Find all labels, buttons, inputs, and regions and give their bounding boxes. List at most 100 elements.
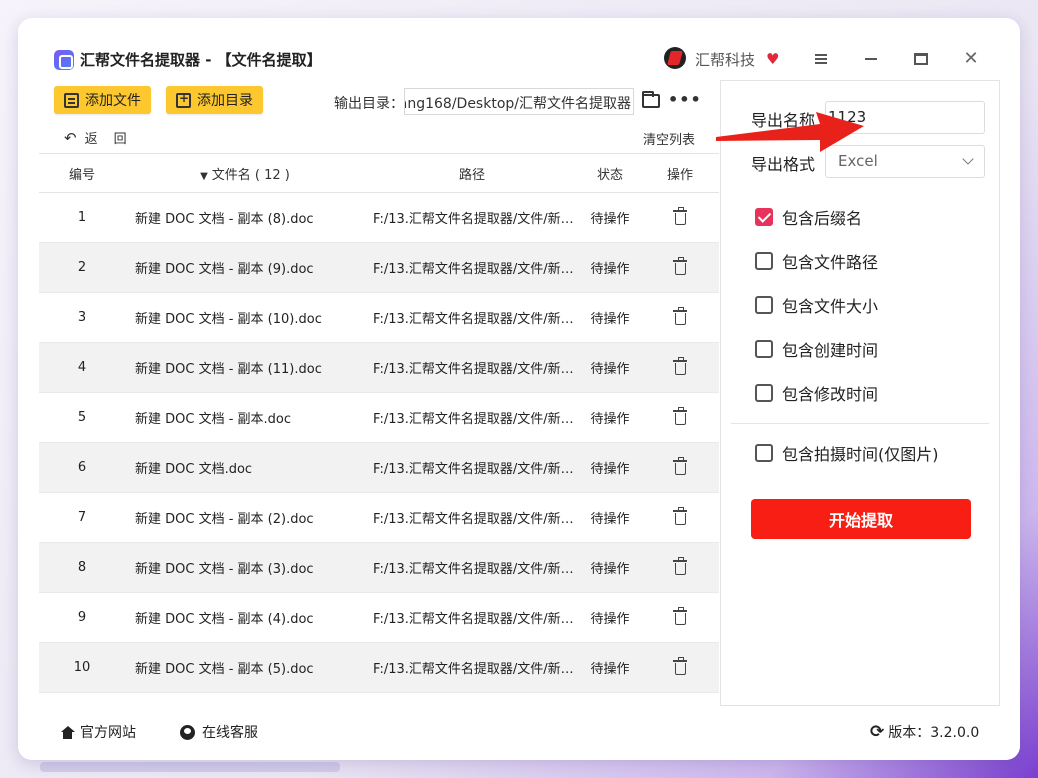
table-row[interactable]: 6 新建 DOC 文档.doc F:/13.汇帮文件名提取器/文件/新建... … — [39, 443, 719, 493]
option-label: 包含拍摄时间(仅图片) — [782, 445, 939, 464]
row-name: 新建 DOC 文档 - 副本 (8).doc — [135, 212, 314, 227]
row-no: 8 — [77, 560, 87, 575]
checkbox-icon[interactable] — [755, 340, 773, 358]
table-row[interactable]: 4 新建 DOC 文档 - 副本 (11).doc F:/13.汇帮文件名提取器… — [39, 343, 719, 393]
trash-icon[interactable] — [672, 257, 687, 275]
header-path: 路径 — [458, 167, 485, 183]
title-bar: 汇帮文件名提取器 - 【文件名提取】 汇帮科技 ♥ ✕ — [18, 18, 1020, 80]
start-extract-button[interactable]: 开始提取 — [751, 499, 971, 539]
add-directory-button[interactable]: 添加目录 — [166, 86, 263, 114]
support-agent-icon — [180, 724, 195, 740]
home-icon — [60, 725, 75, 739]
option-include-shot-time[interactable]: 包含拍摄时间(仅图片) — [755, 441, 939, 465]
row-path: F:/13.汇帮文件名提取器/文件/新建... — [373, 512, 579, 527]
option-include-extension[interactable]: 包含后缀名 — [755, 205, 862, 229]
row-status: 待操作 — [590, 262, 630, 277]
close-icon[interactable]: ✕ — [959, 48, 983, 70]
row-status: 待操作 — [590, 512, 630, 527]
output-dir-input[interactable]: ang168/Desktop/汇帮文件名提取器 — [404, 88, 634, 115]
row-name: 新建 DOC 文档 - 副本 (2).doc — [135, 512, 314, 527]
export-settings-panel: 导出名称 1123 导出格式 Excel 包含后缀名 包含文件路径 包含文件大小… — [720, 80, 1000, 706]
maximize-icon[interactable] — [909, 48, 933, 70]
vip-heart-icon[interactable]: ♥ — [766, 51, 782, 67]
footer-bar: 官方网站 在线客服 ⟳ 版本：3.2.0.0 — [18, 706, 1020, 760]
row-name: 新建 DOC 文档 - 副本 (10).doc — [135, 312, 322, 327]
menu-icon[interactable] — [809, 48, 833, 70]
row-path: F:/13.汇帮文件名提取器/文件/新建... — [373, 212, 579, 227]
option-label: 包含创建时间 — [782, 341, 879, 360]
table-row[interactable]: 7 新建 DOC 文档 - 副本 (2).doc F:/13.汇帮文件名提取器/… — [39, 493, 719, 543]
row-no: 1 — [77, 210, 87, 225]
table-row[interactable]: 10 新建 DOC 文档 - 副本 (5).doc F:/13.汇帮文件名提取器… — [39, 643, 719, 693]
option-label: 包含文件大小 — [782, 297, 879, 316]
add-folder-icon — [176, 91, 191, 108]
row-path: F:/13.汇帮文件名提取器/文件/新建... — [373, 312, 579, 327]
trash-icon[interactable] — [672, 507, 687, 525]
app-logo-icon — [54, 50, 74, 70]
output-dir-value: ang168/Desktop/汇帮文件名提取器 — [404, 96, 631, 112]
clear-list-button[interactable]: 清空列表 — [643, 129, 695, 148]
support-label: 在线客服 — [202, 725, 258, 741]
file-table: 编号 ▼ 文件名 ( 12 ) 路径 状态 操作 1 新建 DOC 文档 - 副本… — [39, 153, 719, 693]
table-row[interactable]: 5 新建 DOC 文档 - 副本.doc F:/13.汇帮文件名提取器/文件/新… — [39, 393, 719, 443]
row-path: F:/13.汇帮文件名提取器/文件/新建... — [373, 662, 579, 677]
output-dir-label: 输出目录： — [334, 96, 404, 112]
table-header: 编号 ▼ 文件名 ( 12 ) 路径 状态 操作 — [39, 153, 719, 193]
row-name: 新建 DOC 文档 - 副本 (5).doc — [135, 662, 314, 677]
option-include-path[interactable]: 包含文件路径 — [755, 249, 878, 273]
checkbox-icon[interactable] — [755, 252, 773, 270]
row-name: 新建 DOC 文档 - 副本 (9).doc — [135, 262, 314, 277]
version-label: 版本：3.2.0.0 — [888, 725, 980, 741]
row-name: 新建 DOC 文档 - 副本 (3).doc — [135, 562, 314, 577]
row-path: F:/13.汇帮文件名提取器/文件/新建... — [373, 562, 579, 577]
trash-icon[interactable] — [672, 207, 687, 225]
back-button[interactable]: ↶ 返回 — [64, 128, 143, 148]
table-row[interactable]: 8 新建 DOC 文档 - 副本 (3).doc F:/13.汇帮文件名提取器/… — [39, 543, 719, 593]
chevron-down-icon — [962, 153, 974, 165]
row-status: 待操作 — [590, 312, 630, 327]
row-name: 新建 DOC 文档.doc — [135, 462, 253, 477]
table-row[interactable]: 9 新建 DOC 文档 - 副本 (4).doc F:/13.汇帮文件名提取器/… — [39, 593, 719, 643]
checkbox-icon[interactable] — [755, 384, 773, 402]
app-window: 汇帮文件名提取器 - 【文件名提取】 汇帮科技 ♥ ✕ 添加文件 添加目录 输出… — [18, 18, 1020, 760]
trash-icon[interactable] — [672, 457, 687, 475]
row-name: 新建 DOC 文档 - 副本.doc — [135, 412, 292, 427]
brand-logo-icon — [664, 47, 686, 69]
official-website-link[interactable]: 官方网站 — [60, 722, 136, 742]
table-row[interactable]: 1 新建 DOC 文档 - 副本 (8).doc F:/13.汇帮文件名提取器/… — [39, 193, 719, 243]
row-path: F:/13.汇帮文件名提取器/文件/新建... — [373, 412, 579, 427]
option-include-modified-time[interactable]: 包含修改时间 — [755, 381, 878, 405]
row-no: 10 — [73, 660, 91, 675]
option-include-created-time[interactable]: 包含创建时间 — [755, 337, 878, 361]
open-folder-icon[interactable] — [642, 91, 660, 108]
checkbox-icon[interactable] — [755, 444, 773, 462]
trash-icon[interactable] — [672, 307, 687, 325]
add-file-button[interactable]: 添加文件 — [54, 86, 151, 114]
version-info[interactable]: ⟳ 版本：3.2.0.0 — [870, 722, 979, 742]
checkbox-checked-icon[interactable] — [755, 208, 773, 226]
row-path: F:/13.汇帮文件名提取器/文件/新建... — [373, 612, 579, 627]
trash-icon[interactable] — [672, 357, 687, 375]
checkbox-icon[interactable] — [755, 296, 773, 314]
online-support-link[interactable]: 在线客服 — [180, 722, 258, 742]
row-no: 7 — [77, 510, 87, 525]
minimize-icon[interactable] — [859, 48, 883, 70]
table-row[interactable]: 2 新建 DOC 文档 - 副本 (9).doc F:/13.汇帮文件名提取器/… — [39, 243, 719, 293]
row-status: 待操作 — [590, 562, 630, 577]
row-no: 6 — [77, 460, 87, 475]
trash-icon[interactable] — [672, 557, 687, 575]
header-name[interactable]: ▼ 文件名 ( 12 ) — [125, 164, 365, 183]
more-options-icon[interactable]: ••• — [668, 90, 702, 109]
trash-icon[interactable] — [672, 657, 687, 675]
trash-icon[interactable] — [672, 407, 687, 425]
table-row[interactable]: 3 新建 DOC 文档 - 副本 (10).doc F:/13.汇帮文件名提取器… — [39, 293, 719, 343]
trash-icon[interactable] — [672, 607, 687, 625]
option-label: 包含修改时间 — [782, 385, 879, 404]
add-file-icon — [64, 92, 79, 108]
row-no: 3 — [77, 310, 87, 325]
option-include-size[interactable]: 包含文件大小 — [755, 293, 878, 317]
row-path: F:/13.汇帮文件名提取器/文件/新建... — [373, 362, 579, 377]
header-op: 操作 — [666, 167, 693, 183]
option-label: 包含文件路径 — [782, 253, 879, 272]
row-no: 5 — [77, 410, 87, 425]
